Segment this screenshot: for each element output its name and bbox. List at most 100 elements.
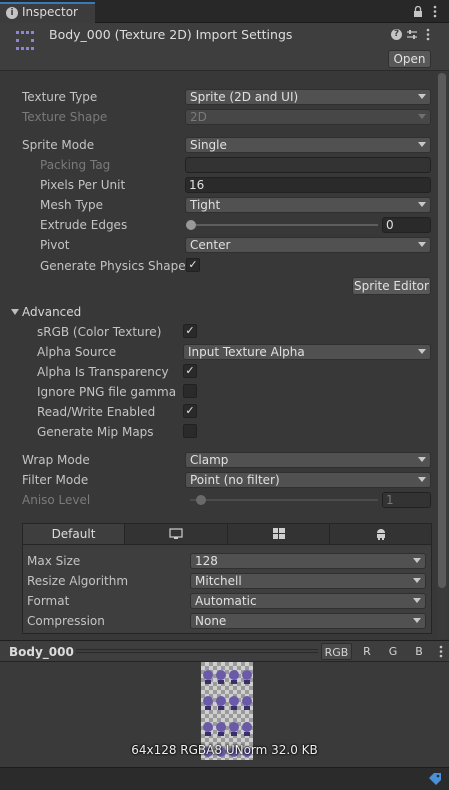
compression-value: None [195, 614, 227, 628]
sprite-mode-value: Single [190, 138, 227, 152]
texture-type-dropdown[interactable]: Sprite (2D and UI) [185, 89, 431, 105]
advanced-foldout-label[interactable]: Advanced [22, 304, 81, 320]
pixels-per-unit-input[interactable]: 16 [185, 177, 431, 193]
texture-shape-value: 2D [190, 110, 207, 124]
monitor-icon [169, 528, 183, 539]
platform-tab-android[interactable] [330, 524, 431, 544]
chevron-down-icon [418, 349, 426, 354]
extrude-edges-slider-track[interactable] [190, 224, 378, 226]
wrap-mode-dropdown[interactable]: Clamp [185, 452, 431, 468]
preview-drag-handle[interactable] [76, 649, 318, 653]
aniso-level-label: Aniso Level [22, 493, 91, 507]
inspector-header: Body_000 (Texture 2D) Import Settings ? … [0, 23, 449, 71]
mesh-type-label: Mesh Type [40, 198, 103, 212]
help-icon[interactable]: ? [391, 29, 402, 40]
mesh-type-dropdown[interactable]: Tight [185, 197, 431, 213]
chevron-down-icon [418, 94, 426, 99]
tab-menu-icon[interactable] [433, 5, 437, 18]
extrude-edges-input[interactable]: 0 [382, 217, 431, 233]
filter-mode-dropdown[interactable]: Point (no filter) [185, 472, 431, 488]
channel-b-button[interactable]: B [408, 643, 430, 660]
texture-type-label: Texture Type [22, 90, 98, 104]
generate-physics-shape-label: Generate Physics Shape [40, 259, 186, 273]
windows-icon [272, 528, 285, 539]
mip-maps-label: Generate Mip Maps [37, 425, 154, 439]
ignore-png-gamma-checkbox[interactable] [183, 384, 197, 398]
foldout-arrow-icon[interactable] [11, 309, 19, 315]
format-value: Automatic [195, 594, 257, 608]
aniso-level-slider-handle [196, 495, 206, 505]
preview-title: Body_000 [9, 645, 74, 659]
pivot-dropdown[interactable]: Center [185, 237, 431, 253]
format-dropdown[interactable]: Automatic [190, 593, 426, 609]
texture-shape-label: Texture Shape [22, 110, 108, 124]
tab-inspector[interactable]: i Inspector [0, 2, 95, 23]
chevron-down-icon [418, 477, 426, 482]
format-label: Format [27, 594, 70, 608]
filter-mode-label: Filter Mode [22, 473, 89, 487]
preset-icon[interactable] [406, 29, 418, 40]
chevron-down-icon [418, 114, 426, 119]
texture-asset-icon [16, 31, 34, 50]
window-tab-bar: i Inspector [0, 0, 449, 23]
sprite-mode-label: Sprite Mode [22, 138, 95, 152]
aniso-level-slider-track [190, 499, 378, 501]
texture-info-text: 64x128 RGBA8 UNorm 32.0 KB [131, 743, 318, 757]
alpha-is-transparency-label: Alpha Is Transparency [37, 365, 169, 379]
chevron-down-icon [418, 142, 426, 147]
channel-rgb-button[interactable]: RGB [321, 643, 352, 660]
mesh-type-value: Tight [190, 198, 221, 212]
aniso-level-input: 1 [382, 492, 431, 508]
open-button[interactable]: Open [388, 50, 431, 68]
pivot-value: Center [190, 238, 231, 252]
platform-tab-windows[interactable] [228, 524, 330, 544]
filter-mode-value: Point (no filter) [190, 473, 280, 487]
asset-label-icon[interactable] [428, 772, 442, 786]
channel-g-button[interactable]: G [382, 643, 404, 660]
alpha-source-value: Input Texture Alpha [188, 345, 305, 359]
lock-icon[interactable] [413, 6, 423, 17]
chevron-down-icon [418, 457, 426, 462]
android-icon [376, 529, 385, 540]
chevron-down-icon [413, 598, 421, 603]
max-size-dropdown[interactable]: 128 [190, 553, 426, 569]
chevron-down-icon [413, 618, 421, 623]
extrude-edges-label: Extrude Edges [40, 218, 128, 232]
packing-tag-label: Packing Tag [40, 158, 111, 172]
chevron-down-icon [413, 558, 421, 563]
alpha-source-dropdown[interactable]: Input Texture Alpha [183, 344, 431, 360]
read-write-label: Read/Write Enabled [37, 405, 156, 419]
platform-tab-default[interactable]: Default [23, 524, 125, 544]
status-bar [0, 767, 449, 790]
platform-tabs: Default [22, 523, 432, 545]
generate-physics-shape-checkbox[interactable]: ✓ [186, 258, 200, 272]
extrude-edges-slider-handle[interactable] [186, 220, 196, 230]
info-icon: i [6, 7, 18, 19]
scrollbar-thumb[interactable] [438, 73, 446, 588]
sprite-mode-dropdown[interactable]: Single [185, 137, 431, 153]
read-write-checkbox[interactable]: ✓ [183, 404, 197, 418]
texture-preview-area: 64x128 RGBA8 UNorm 32.0 KB [0, 662, 449, 767]
alpha-is-transparency-checkbox[interactable]: ✓ [183, 364, 197, 378]
platform-tab-standalone[interactable] [125, 524, 228, 544]
texture-shape-dropdown: 2D [185, 109, 431, 125]
header-menu-icon[interactable] [426, 28, 430, 41]
pixels-per-unit-label: Pixels Per Unit [40, 178, 126, 192]
packing-tag-input [185, 157, 431, 173]
preview-menu-icon[interactable] [439, 645, 443, 658]
alpha-source-label: Alpha Source [37, 345, 117, 359]
srgb-label: sRGB (Color Texture) [37, 325, 162, 339]
mip-maps-checkbox[interactable] [183, 424, 197, 438]
texture-type-value: Sprite (2D and UI) [190, 90, 299, 104]
resize-algorithm-dropdown[interactable]: Mitchell [190, 573, 426, 589]
tab-inspector-label: Inspector [22, 5, 78, 19]
pivot-label: Pivot [40, 238, 70, 252]
sprite-editor-button[interactable]: Sprite Editor [352, 277, 431, 295]
srgb-checkbox[interactable]: ✓ [183, 324, 197, 338]
max-size-value: 128 [195, 554, 218, 568]
preview-header[interactable]: Body_000 RGB R G B [0, 640, 449, 662]
chevron-down-icon [418, 202, 426, 207]
compression-dropdown[interactable]: None [190, 613, 426, 629]
chevron-down-icon [418, 242, 426, 247]
channel-r-button[interactable]: R [356, 643, 378, 660]
